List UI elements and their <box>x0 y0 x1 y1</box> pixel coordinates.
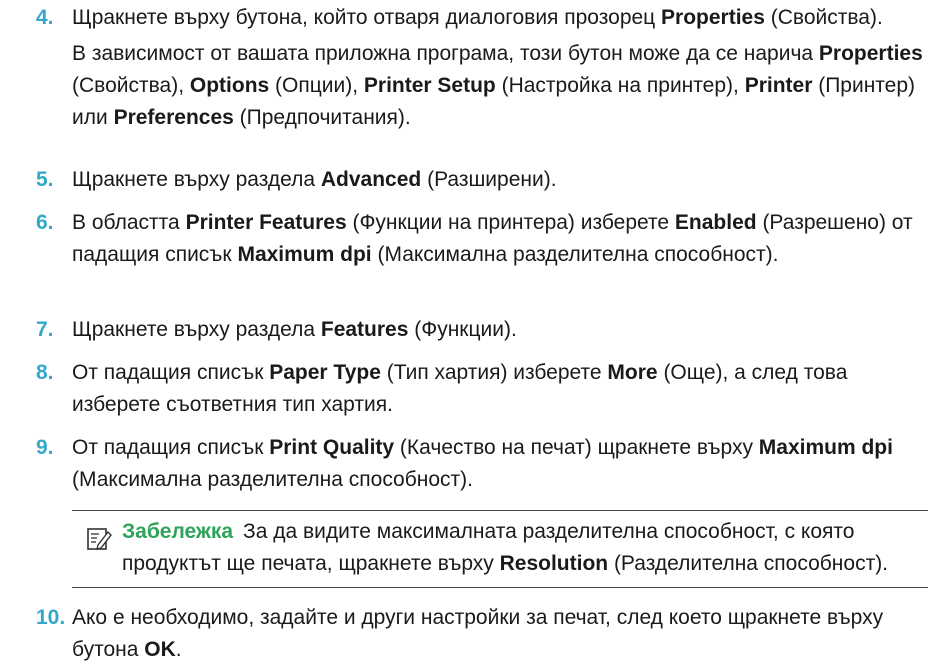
text-run: (Настройка на принтер), <box>495 74 745 97</box>
text-run: Щракнете върху раздела <box>72 168 321 191</box>
text-run: (Предпочитания). <box>233 106 411 129</box>
ui-term: Paper Type <box>269 361 381 384</box>
step-number: 6. <box>36 211 54 234</box>
step-text: Ако е необходимо, задайте и други настро… <box>72 602 926 666</box>
step-4: 4. Щракнете върху бутона, който отваря д… <box>36 2 926 134</box>
text-run: (Свойства). <box>764 6 883 29</box>
note-block: Забележка За да видите максималната разде… <box>72 510 928 588</box>
note-label: Забележка <box>122 520 234 543</box>
ui-term: Printer Features <box>185 211 347 234</box>
ui-term: OK <box>144 638 176 661</box>
ui-term: Preferences <box>113 106 234 129</box>
step-8: 8. От падащия списък Paper Type (Тип хар… <box>36 357 926 421</box>
step-number: 5. <box>36 168 54 191</box>
ui-term: Enabled <box>674 211 757 234</box>
text-run: От падащия списък <box>72 436 270 459</box>
ui-term: Printer Setup <box>363 74 496 97</box>
ui-term: Advanced <box>320 168 422 191</box>
step-text: От падащия списък Print Quality (Качеств… <box>72 432 926 496</box>
text-run: (Функции на принтера) изберете <box>346 211 675 234</box>
text-run: (Максимална разделителна способност). <box>72 468 473 491</box>
step-10: 10. Ако е необходимо, задайте и други на… <box>36 602 926 666</box>
text-run: В зависимост от вашата приложна програма… <box>72 42 819 65</box>
ui-term: Resolution <box>499 552 609 575</box>
text-run: (Качество на печат) щракнете върху <box>394 436 759 459</box>
step-number: 9. <box>36 436 54 459</box>
text-run: (Максимална разделителна способност). <box>371 243 779 266</box>
step-text: Щракнете върху раздела Features (Функции… <box>72 314 926 346</box>
step-number: 7. <box>36 318 54 341</box>
ui-term: Options <box>189 74 270 97</box>
ui-term: Properties <box>661 6 765 29</box>
ui-term: Features <box>320 318 409 341</box>
text-run: Щракнете върху бутона, който отваря диал… <box>72 6 662 29</box>
ui-term: Printer <box>744 74 813 97</box>
text-run: От падащия списък <box>72 361 270 384</box>
step-text: От падащия списък Paper Type (Тип хартия… <box>72 357 926 421</box>
text-run: (Тип хартия) изберете <box>380 361 608 384</box>
text-run: (Функции). <box>408 318 517 341</box>
text-run: (Опции), <box>269 74 364 97</box>
step-text: В областта Printer Features (Функции на … <box>72 207 926 271</box>
step-text: Щракнете върху бутона, който отваря диал… <box>72 2 926 34</box>
step-subtext: В зависимост от вашата приложна програма… <box>72 38 926 134</box>
ui-term: More <box>607 361 658 384</box>
text-run: (Разширени). <box>421 168 557 191</box>
text-run: Ако е необходимо, задайте и други настро… <box>72 606 884 661</box>
text-run: . <box>175 638 182 661</box>
step-number: 10. <box>36 606 66 629</box>
note-content: За да видите максималната разделителна с… <box>122 520 888 575</box>
ui-term: Print Quality <box>269 436 395 459</box>
step-9: 9. От падащия списък Print Quality (Каче… <box>36 432 926 496</box>
ui-term: Properties <box>818 42 923 65</box>
ui-term: Maximum dpi <box>758 436 893 459</box>
step-number: 8. <box>36 361 54 384</box>
step-5: 5. Щракнете върху раздела Advanced (Разш… <box>36 164 926 196</box>
step-7: 7. Щракнете върху раздела Features (Функ… <box>36 314 926 346</box>
text-run: (Разделителна способност). <box>608 552 889 575</box>
text-run: В областта <box>72 211 186 234</box>
ui-term: Maximum dpi <box>237 243 372 266</box>
text-run: (Свойства), <box>72 74 190 97</box>
note-pencil-icon <box>87 528 112 550</box>
step-number: 4. <box>36 6 54 29</box>
step-text: Щракнете върху раздела Advanced (Разшире… <box>72 164 926 196</box>
note-text: Забележка За да видите максималната разде… <box>122 516 917 580</box>
text-run: Щракнете върху раздела <box>72 318 321 341</box>
step-6: 6. В областта Printer Features (Функции … <box>36 207 926 271</box>
